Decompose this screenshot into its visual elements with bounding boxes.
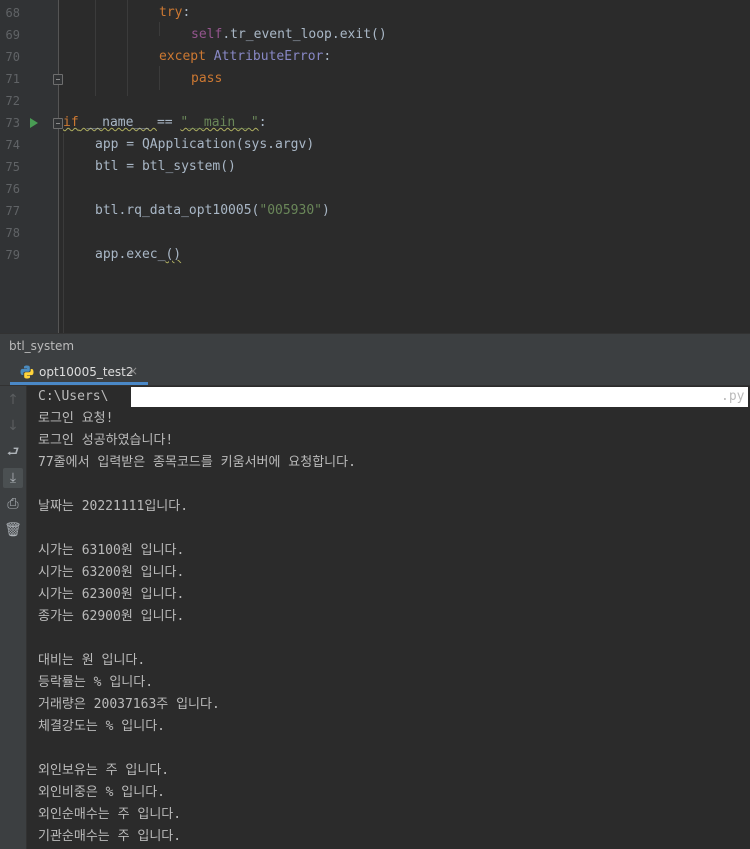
self-keyword: self [191, 27, 223, 42]
line-number: 76 [5, 182, 20, 196]
punctuation: : [182, 5, 191, 20]
path-suffix: .py [721, 389, 745, 404]
code-segment: .tr_event_loop.exit() [222, 27, 387, 42]
console-line: 시가는 63200원 입니다. [38, 565, 185, 580]
code-text: btl = btl_system() [95, 159, 236, 174]
line-number: 72 [5, 94, 20, 108]
console-line: 체결강도는 % 입니다. [38, 719, 165, 734]
code-segment: btl.rq_data_opt10005( [95, 203, 260, 218]
arrow-down-icon[interactable]: ↓ [3, 416, 23, 436]
redacted-path [131, 387, 748, 407]
code-line: 73 if __name__ == "__main__": [0, 112, 750, 134]
code-segment: app.exec_ [95, 247, 166, 262]
console-line: 날짜는 20221111입니다. [38, 499, 189, 514]
code-line: 68 try: [0, 2, 750, 24]
keyword: pass [191, 71, 223, 86]
keyword: if [63, 115, 79, 130]
python-icon [20, 365, 34, 379]
console-line: 외인비중은 % 입니다. [38, 785, 165, 800]
code-text: except AttributeError: [159, 46, 331, 68]
fold-icon[interactable] [53, 74, 63, 85]
code-text: app.exec_() [95, 244, 181, 266]
code-text: btl.rq_data_opt10005("005930") [95, 200, 330, 222]
code-text: self.tr_event_loop.exit() [191, 24, 387, 46]
console-line: 대비는 원 입니다. [38, 653, 146, 668]
code-line: 71 pass [0, 68, 750, 90]
line-number: 69 [5, 28, 20, 42]
line-number: 78 [5, 226, 20, 240]
keyword: try [159, 5, 183, 20]
punctuation: ) [322, 203, 330, 218]
console-line: 로그인 요청! [38, 411, 114, 426]
code-line: 72 [0, 90, 750, 112]
line-number: 74 [5, 138, 20, 152]
console-line-path: C:\Users\ [38, 386, 108, 408]
line-number: 73 [5, 116, 20, 130]
console-line: 외인순매수는 주 입니다. [38, 807, 182, 822]
scroll-to-end-icon[interactable]: ⤓ [3, 468, 23, 488]
builtin-class: AttributeError [213, 49, 324, 64]
console-line: 시가는 62300원 입니다. [38, 587, 185, 602]
tool-window-title-bar: btl_system [0, 333, 750, 360]
console-output[interactable]: C:\Users\ .py 로그인 요청! 로그인 성공하였습니다! 77줄에서… [27, 386, 750, 849]
punctuation: : [258, 115, 267, 130]
code-text: pass [191, 68, 222, 90]
run-tab-label: opt10005_test2 [39, 365, 134, 379]
console-line: 외인보유는 주 입니다. [38, 763, 170, 778]
console-line: 시가는 63100원 입니다. [38, 543, 185, 558]
trash-icon[interactable]: 🗑 [3, 520, 23, 540]
code-line: 78 [0, 222, 750, 244]
console-line: 77줄에서 입력받은 종목코드를 키움서버에 요청합니다. [38, 455, 356, 470]
fold-icon[interactable] [53, 118, 63, 129]
code-line: 76 [0, 178, 750, 200]
console-line: 거래량은 20037163주 입니다. [38, 697, 220, 712]
code-segment: () [165, 247, 182, 262]
close-icon[interactable]: × [128, 364, 138, 378]
code-text: app = QApplication(sys.argv) [95, 137, 315, 152]
path-prefix: C:\Users\ [38, 389, 109, 404]
tool-window-title: btl_system [9, 339, 75, 353]
line-number: 75 [5, 160, 20, 174]
line-number: 70 [5, 50, 20, 64]
console-toolbar: ↑ ↓ ⮐ ⤓ ⎙ 🗑 [0, 386, 27, 849]
code-line: 70 except AttributeError: [0, 46, 750, 68]
code-line: 77 btl.rq_data_opt10005("005930") [0, 200, 750, 222]
code-text: try: [159, 2, 190, 24]
operator: == [156, 115, 181, 130]
console-line: 종가는 62900원 입니다. [38, 609, 185, 624]
code-text: if __name__ == "__main__": [63, 112, 267, 134]
line-number: 68 [5, 6, 20, 20]
line-number: 77 [5, 204, 20, 218]
run-tab[interactable]: opt10005_test2 × [10, 359, 148, 385]
code-editor[interactable]: 68 try: 69 self.tr_event_loop.exit() 70 … [0, 0, 750, 333]
code-line: 74 app = QApplication(sys.argv) [0, 134, 750, 156]
string-literal: "005930" [259, 203, 322, 218]
arrow-up-icon[interactable]: ↑ [3, 390, 23, 410]
run-icon[interactable] [30, 118, 38, 128]
print-icon[interactable]: ⎙ [3, 494, 23, 514]
dunder-name: __name__ [78, 115, 157, 130]
console-line: 로그인 성공하였습니다! [38, 433, 174, 448]
punctuation: : [323, 49, 332, 64]
console-line: 등락률는 % 입니다. [38, 675, 154, 690]
line-number: 71 [5, 72, 20, 86]
soft-wrap-icon[interactable]: ⮐ [3, 442, 23, 462]
console-line: 기관순매수는 주 입니다. [38, 829, 182, 844]
code-line: 69 self.tr_event_loop.exit() [0, 24, 750, 46]
run-tab-bar: opt10005_test2 × [0, 359, 750, 386]
string-literal: "__main__" [180, 115, 259, 130]
code-line: 75 btl = btl_system() [0, 156, 750, 178]
line-number: 79 [5, 248, 20, 262]
code-line: 79 app.exec_() [0, 244, 750, 266]
keyword: except [159, 49, 206, 64]
